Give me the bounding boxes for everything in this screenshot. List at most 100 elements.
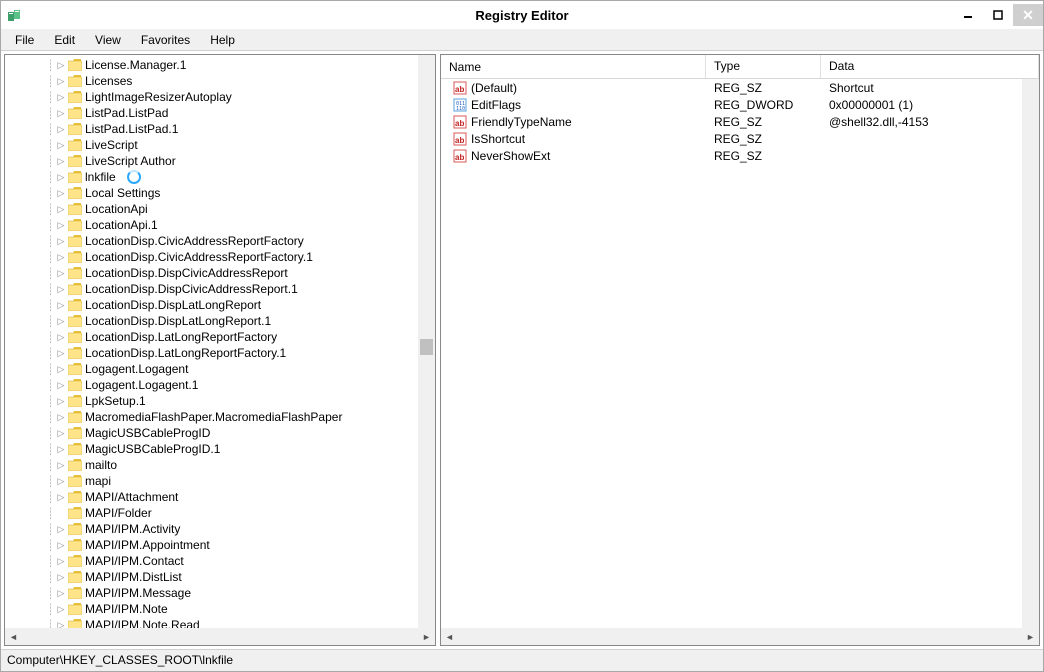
expand-icon[interactable]: ▷ (55, 284, 67, 295)
expand-icon[interactable]: ▷ (55, 604, 67, 615)
column-data[interactable]: Data (821, 55, 1039, 78)
expand-icon[interactable]: ▷ (55, 444, 67, 455)
tree-line: ┊ (45, 619, 55, 629)
tree-item[interactable]: ┊▷MAPI/IPM.Note (5, 601, 418, 617)
tree-item-label: MagicUSBCableProgID (85, 426, 210, 440)
expand-icon[interactable]: ▷ (55, 156, 67, 167)
menu-file[interactable]: File (5, 31, 44, 49)
expand-icon[interactable]: ▷ (55, 348, 67, 359)
expand-icon[interactable]: ▷ (55, 300, 67, 311)
expand-icon[interactable]: ▷ (55, 524, 67, 535)
expand-icon[interactable]: ▷ (55, 572, 67, 583)
tree-item[interactable]: ┊▷LiveScript Author (5, 153, 418, 169)
tree-item[interactable]: ┊▷LiveScript (5, 137, 418, 153)
values-list[interactable]: ab(Default)REG_SZShortcut011110EditFlags… (441, 79, 1022, 628)
tree-item-label: lnkfile (85, 170, 116, 184)
tree-item[interactable]: ┊▷LocationApi (5, 201, 418, 217)
expand-icon[interactable]: ▷ (55, 396, 67, 407)
tree-item[interactable]: ┊▷LocationDisp.DispCivicAddressReport.1 (5, 281, 418, 297)
tree-item[interactable]: ┊▷MagicUSBCableProgID (5, 425, 418, 441)
tree-item[interactable]: ┊▷Logagent.Logagent (5, 361, 418, 377)
tree-item[interactable]: ┊▷ListPad.ListPad.1 (5, 121, 418, 137)
tree-item[interactable]: ┊▷LpkSetup.1 (5, 393, 418, 409)
tree-item-label: ListPad.ListPad (85, 106, 168, 120)
list-scrollbar-horizontal[interactable]: ◄► (441, 628, 1039, 645)
tree-scrollbar-horizontal[interactable]: ◄► (5, 628, 435, 645)
tree-item[interactable]: ┊▷MAPI/IPM.Message (5, 585, 418, 601)
tree-item[interactable]: ┊▷LocationApi.1 (5, 217, 418, 233)
expand-icon[interactable]: ▷ (55, 476, 67, 487)
tree-item[interactable]: ┊▷License.Manager.1 (5, 57, 418, 73)
tree-item[interactable]: ┊▷MAPI/IPM.Activity (5, 521, 418, 537)
registry-tree[interactable]: ┊▷License.Manager.1┊▷Licenses┊▷LightImag… (5, 55, 418, 628)
menu-edit[interactable]: Edit (44, 31, 85, 49)
value-type: REG_SZ (706, 81, 821, 95)
tree-item[interactable]: ┊▷MAPI/IPM.Appointment (5, 537, 418, 553)
column-type[interactable]: Type (706, 55, 821, 78)
expand-icon[interactable]: ▷ (55, 204, 67, 215)
expand-icon[interactable]: ▷ (55, 460, 67, 471)
tree-item[interactable]: ┊▷MagicUSBCableProgID.1 (5, 441, 418, 457)
tree-item[interactable]: ┊▷MAPI/IPM.Contact (5, 553, 418, 569)
minimize-button[interactable] (953, 4, 983, 26)
expand-icon[interactable]: ▷ (55, 492, 67, 503)
tree-item[interactable]: ┊▷LocationDisp.DispCivicAddressReport (5, 265, 418, 281)
tree-item[interactable]: ┊▷lnkfile (5, 169, 418, 185)
expand-icon[interactable]: ▷ (55, 60, 67, 71)
expand-icon[interactable]: ▷ (55, 556, 67, 567)
value-row[interactable]: ab(Default)REG_SZShortcut (441, 79, 1022, 96)
expand-icon[interactable]: ▷ (55, 620, 67, 629)
tree-item[interactable]: ┊▷LocationDisp.LatLongReportFactory.1 (5, 345, 418, 361)
expand-icon[interactable]: ▷ (55, 108, 67, 119)
tree-item[interactable]: ┊▷Licenses (5, 73, 418, 89)
expand-icon[interactable]: ▷ (55, 252, 67, 263)
expand-icon[interactable]: ▷ (55, 428, 67, 439)
value-row[interactable]: abNeverShowExtREG_SZ (441, 147, 1022, 164)
tree-item[interactable]: ┊▷MAPI/Attachment (5, 489, 418, 505)
expand-icon[interactable]: ▷ (55, 588, 67, 599)
expand-icon[interactable]: ▷ (55, 236, 67, 247)
column-name[interactable]: Name (441, 55, 706, 78)
value-row[interactable]: abFriendlyTypeNameREG_SZ@shell32.dll,-41… (441, 113, 1022, 130)
expand-icon[interactable]: ▷ (55, 412, 67, 423)
tree-item[interactable]: ┊▷Logagent.Logagent.1 (5, 377, 418, 393)
expand-icon[interactable]: ▷ (55, 220, 67, 231)
tree-item[interactable]: ┊▷LocationDisp.DispLatLongReport.1 (5, 313, 418, 329)
tree-item[interactable]: ┊▷mailto (5, 457, 418, 473)
list-scrollbar-vertical[interactable] (1022, 79, 1039, 628)
tree-item[interactable]: ┊▷LocationDisp.CivicAddressReportFactory… (5, 249, 418, 265)
tree-item[interactable]: ┊▷ListPad.ListPad (5, 105, 418, 121)
menu-help[interactable]: Help (200, 31, 245, 49)
expand-icon[interactable]: ▷ (55, 172, 67, 183)
tree-item[interactable]: ┊▷MacromediaFlashPaper.MacromediaFlashPa… (5, 409, 418, 425)
expand-icon[interactable]: ▷ (55, 316, 67, 327)
tree-item[interactable]: ┊▷LightImageResizerAutoplay (5, 89, 418, 105)
maximize-button[interactable] (983, 4, 1013, 26)
tree-item[interactable]: ┊MAPI/Folder (5, 505, 418, 521)
expand-icon[interactable]: ▷ (55, 364, 67, 375)
close-button[interactable]: ✕ (1013, 4, 1043, 26)
scroll-thumb[interactable] (420, 339, 433, 355)
expand-icon[interactable]: ▷ (55, 268, 67, 279)
expand-icon[interactable]: ▷ (55, 124, 67, 135)
value-row[interactable]: abIsShortcutREG_SZ (441, 130, 1022, 147)
tree-item[interactable]: ┊▷LocationDisp.DispLatLongReport (5, 297, 418, 313)
tree-item[interactable]: ┊▷MAPI/IPM.DistList (5, 569, 418, 585)
expand-icon[interactable]: ▷ (55, 188, 67, 199)
expand-icon[interactable]: ▷ (55, 140, 67, 151)
expand-icon[interactable]: ▷ (55, 92, 67, 103)
tree-item[interactable]: ┊▷LocationDisp.LatLongReportFactory (5, 329, 418, 345)
tree-line: ┊ (45, 523, 55, 536)
tree-item[interactable]: ┊▷Local Settings (5, 185, 418, 201)
expand-icon[interactable]: ▷ (55, 76, 67, 87)
menu-view[interactable]: View (85, 31, 131, 49)
menu-favorites[interactable]: Favorites (131, 31, 200, 49)
expand-icon[interactable]: ▷ (55, 332, 67, 343)
tree-item[interactable]: ┊▷LocationDisp.CivicAddressReportFactory (5, 233, 418, 249)
value-row[interactable]: 011110EditFlagsREG_DWORD0x00000001 (1) (441, 96, 1022, 113)
tree-scrollbar-vertical[interactable] (418, 55, 435, 628)
expand-icon[interactable]: ▷ (55, 540, 67, 551)
tree-item[interactable]: ┊▷mapi (5, 473, 418, 489)
tree-item[interactable]: ┊▷MAPI/IPM.Note.Read (5, 617, 418, 628)
expand-icon[interactable]: ▷ (55, 380, 67, 391)
